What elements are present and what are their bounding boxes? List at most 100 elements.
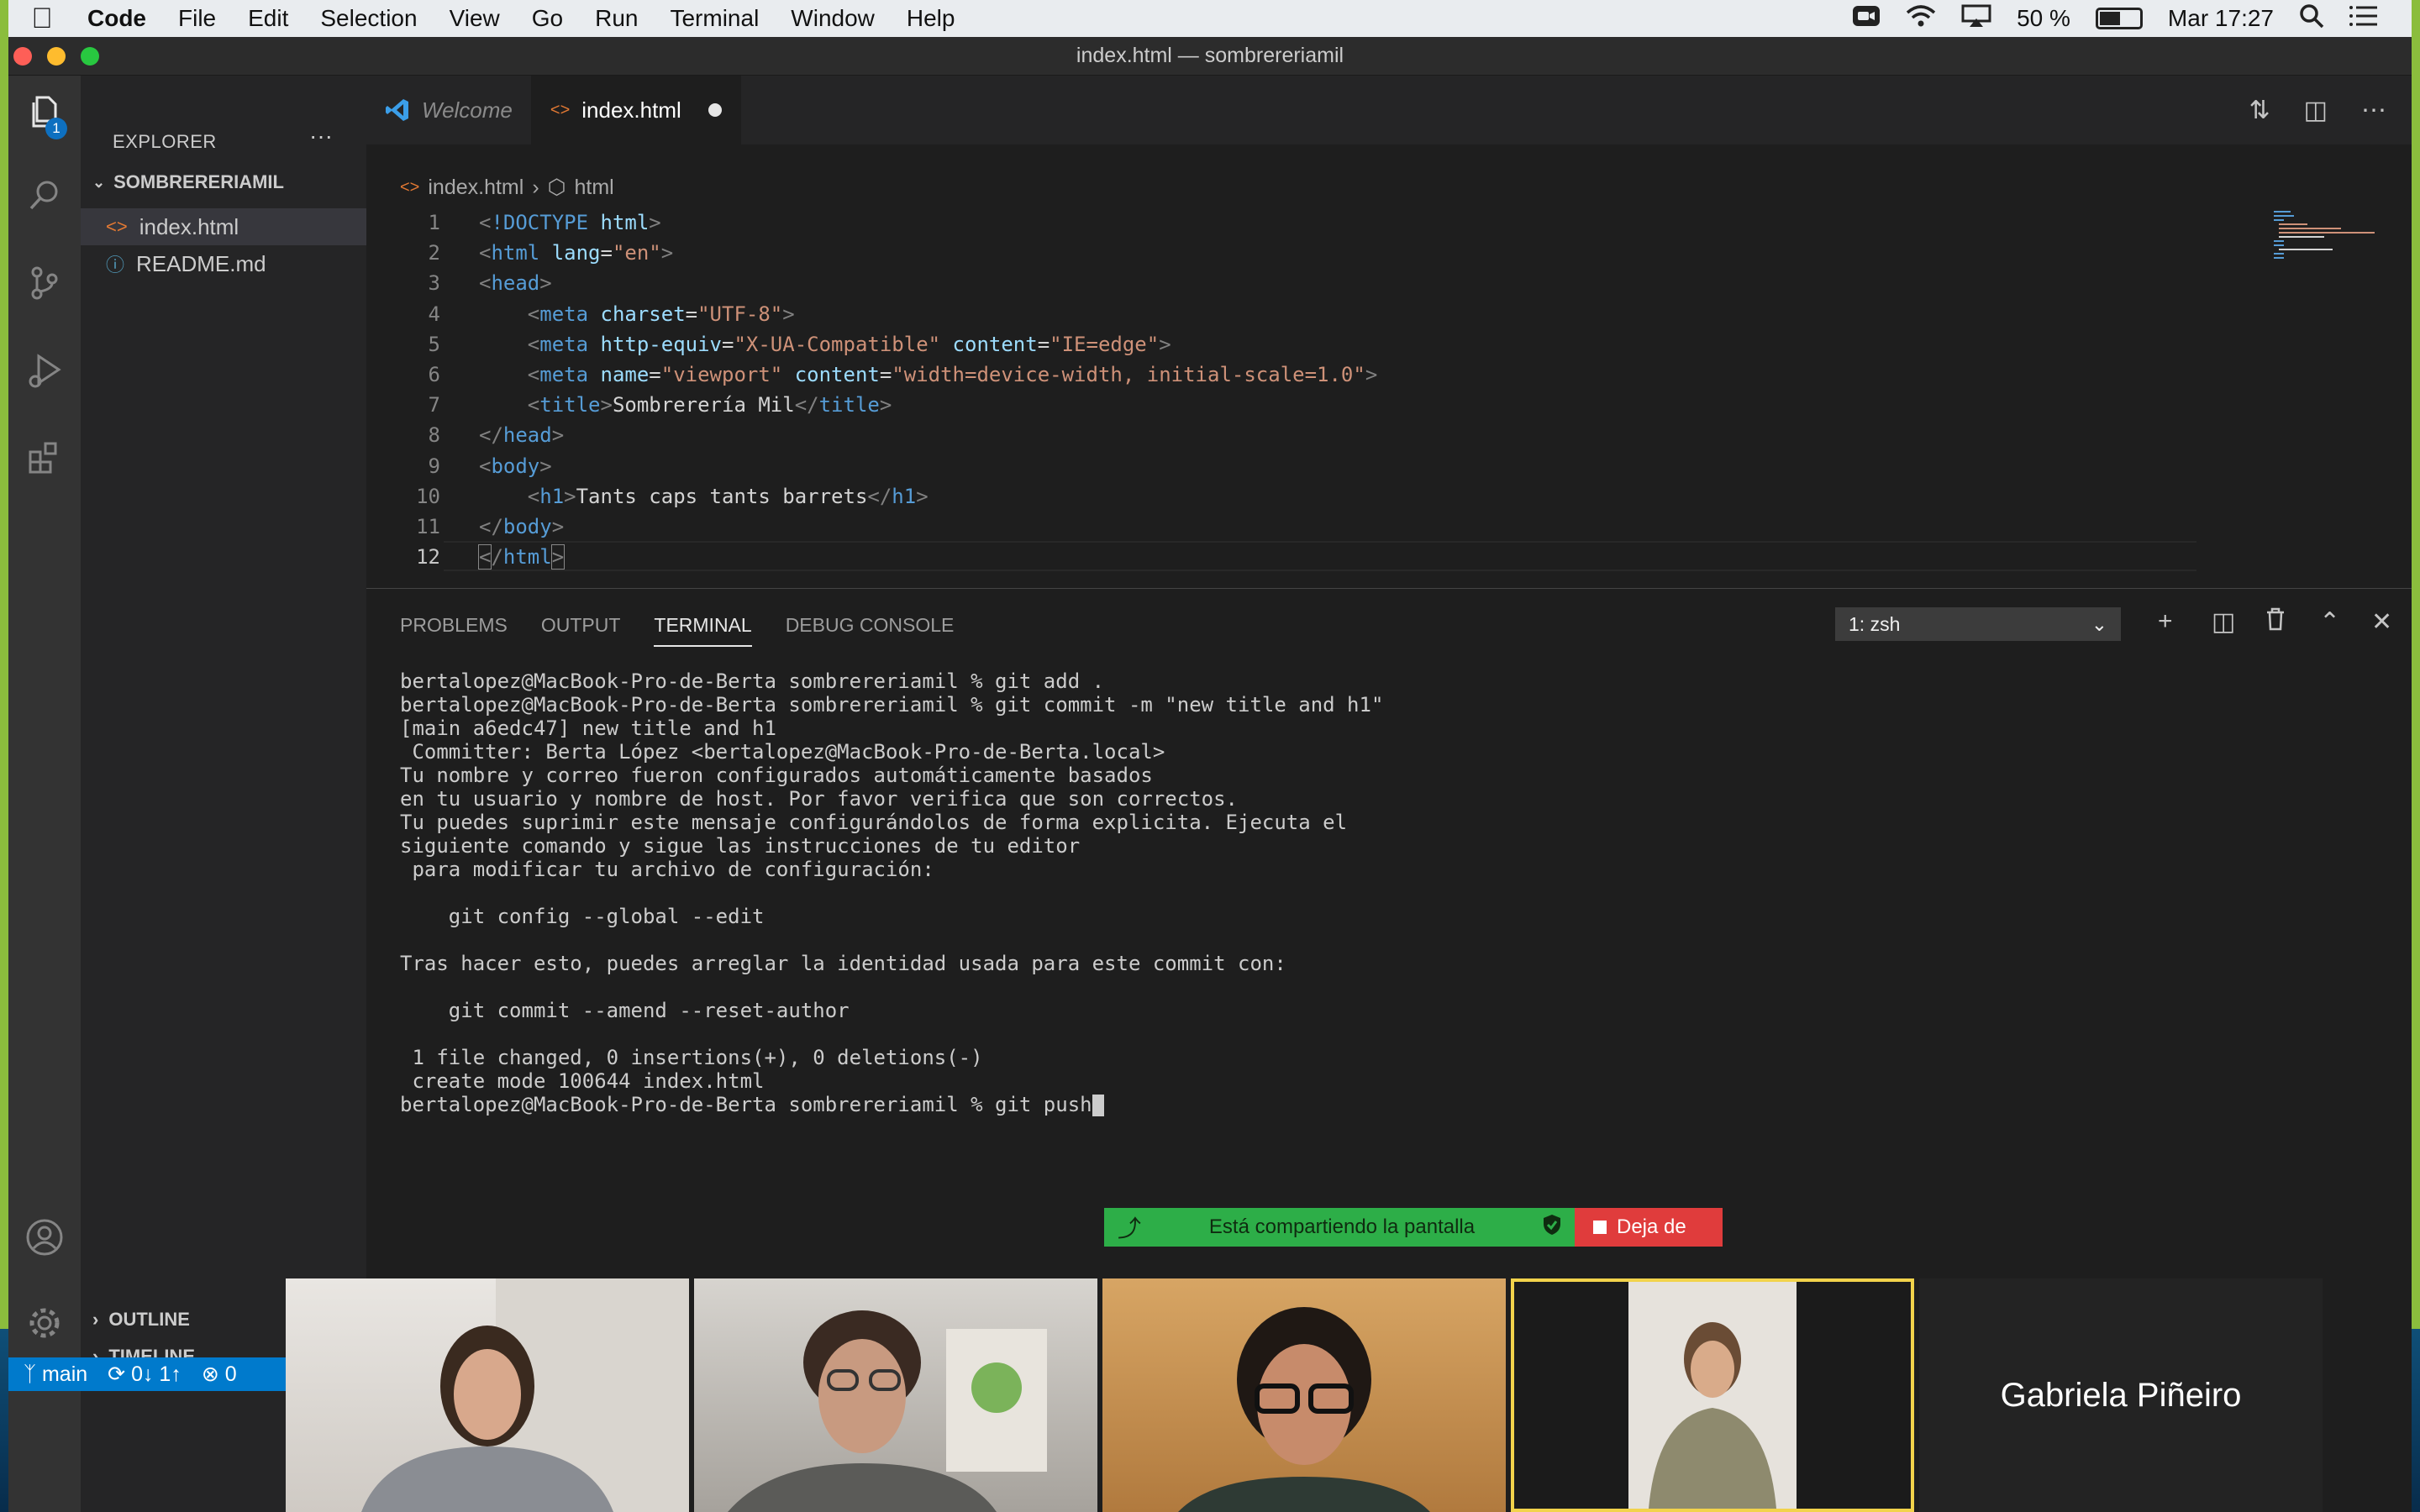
battery-icon[interactable]	[2095, 8, 2143, 29]
editor-area: Welcome <> index.html ⇅ ◫ ⋯ <> index.htm…	[366, 76, 2412, 588]
tab-index-html[interactable]: <> index.html	[531, 76, 741, 144]
source-control-button[interactable]	[8, 247, 81, 319]
code-line: 10 <h1>Tants caps tants barrets</h1>	[416, 484, 929, 508]
manage-button[interactable]	[8, 1287, 81, 1359]
explorer-badge: 1	[45, 118, 67, 139]
code-editor[interactable]: 1 <!DOCTYPE html> 2 <html lang="en"> 3 <hea…	[366, 207, 1377, 572]
terminal-select[interactable]: 1: zsh ⌄	[1835, 607, 2121, 641]
html-file-icon: <>	[400, 177, 420, 197]
zoom-video-gallery: Gabriela Piñeiro	[286, 1278, 2336, 1512]
participant-video-icon	[728, 1310, 1047, 1512]
sync-status[interactable]: ⟳ 0↓ 1↑	[108, 1362, 182, 1387]
window-title: index.html — sombrereriamil	[1076, 44, 1344, 67]
apple-icon[interactable]: 	[8, 3, 76, 35]
terminal-line: Tu nombre y correo fueron configurados a…	[400, 764, 1153, 787]
split-editor-icon[interactable]: ◫	[2304, 96, 2328, 125]
code-line: 4 <meta charset="UTF-8">	[428, 302, 795, 326]
split-terminal-icon[interactable]: ◫	[2212, 607, 2235, 637]
menu-go[interactable]: Go	[532, 5, 563, 32]
chevron-right-icon: ›	[92, 1309, 99, 1330]
active-speaker-tile[interactable]	[1511, 1278, 1914, 1512]
terminal-prompt: bertalopez@MacBook-Pro-de-Berta sombrere…	[400, 1093, 1092, 1116]
code-line: 1 <!DOCTYPE html>	[428, 211, 661, 234]
menu-edit[interactable]: Edit	[248, 5, 288, 32]
terminal-output[interactable]: bertalopez@MacBook-Pro-de-Berta sombrere…	[400, 669, 1383, 1116]
explorer-button[interactable]: 1	[8, 76, 81, 148]
workspace-folder[interactable]: ⌄ SOMBRERERIAMIL	[92, 171, 284, 193]
terminal-line: Committer: Berta López <bertalopez@MacBo…	[400, 740, 1165, 764]
video-tile[interactable]	[1102, 1278, 1506, 1512]
breadcrumb-symbol[interactable]: html	[574, 176, 613, 200]
notification-center-icon[interactable]	[2349, 4, 2378, 34]
stop-share-label: Deja de	[1617, 1215, 1686, 1238]
code-line: 2 <html lang="en">	[428, 241, 674, 265]
gear-icon	[29, 1308, 60, 1338]
branch-status[interactable]: ᛉ main	[24, 1362, 87, 1387]
code-line: 6 <meta name="viewport" content="width=d…	[428, 362, 1378, 386]
tab-output[interactable]: OUTPUT	[541, 614, 621, 647]
tab-label: index.html	[581, 97, 681, 123]
menu-run[interactable]: Run	[595, 5, 638, 32]
participant-name-tile[interactable]: Gabriela Piñeiro	[1919, 1278, 2323, 1512]
terminal-prompt-line[interactable]: bertalopez@MacBook-Pro-de-Berta sombrere…	[400, 1093, 1383, 1116]
more-actions-icon[interactable]: ⋯	[2361, 96, 2386, 125]
participant-video-icon	[1178, 1307, 1430, 1512]
file-item-index-html[interactable]: <> index.html	[81, 208, 366, 245]
tab-terminal[interactable]: TERMINAL	[654, 614, 752, 647]
stop-share-button[interactable]: Deja de	[1575, 1208, 1723, 1247]
wifi-icon[interactable]	[1906, 4, 1936, 34]
menu-terminal[interactable]: Terminal	[670, 5, 759, 32]
account-icon	[26, 1219, 63, 1256]
editor-tabs: Welcome <> index.html ⇅ ◫ ⋯	[366, 76, 2412, 144]
accounts-button[interactable]	[8, 1201, 81, 1273]
zoom-window-button[interactable]	[81, 47, 99, 66]
branch-name: main	[41, 1362, 88, 1386]
extensions-button[interactable]	[8, 422, 81, 494]
menu-app-name[interactable]: Code	[87, 5, 146, 32]
minimize-window-button[interactable]	[47, 47, 66, 66]
search-button[interactable]	[8, 160, 81, 232]
run-debug-button[interactable]	[8, 334, 81, 407]
outline-label: OUTLINE	[108, 1309, 190, 1330]
menubar-clock[interactable]: Mar 17:27	[2168, 5, 2274, 32]
chevron-down-icon: ⌄	[2091, 612, 2107, 635]
code-line: 5 <meta http-equiv="X-UA-Compatible" con…	[428, 332, 1171, 356]
sync-count: 0↓ 1↑	[131, 1362, 182, 1386]
menu-window[interactable]: Window	[791, 5, 875, 32]
trash-icon[interactable]	[2265, 607, 2286, 638]
tab-welcome[interactable]: Welcome	[366, 76, 532, 144]
sharing-indicator[interactable]: ⤴ Está compartiendo la pantalla	[1104, 1208, 1575, 1247]
zoom-status-icon[interactable]	[1852, 5, 1881, 33]
tab-problems[interactable]: PROBLEMS	[400, 614, 508, 647]
menu-selection[interactable]: Selection	[320, 5, 417, 32]
maximize-panel-icon[interactable]: ⌃	[2319, 607, 2340, 637]
minimap[interactable]	[2274, 210, 2391, 260]
tab-debug-console[interactable]: DEBUG CONSOLE	[786, 614, 955, 647]
spotlight-search-icon[interactable]	[2299, 3, 2324, 34]
menu-view[interactable]: View	[450, 5, 500, 32]
new-terminal-icon[interactable]: +	[2158, 607, 2173, 636]
terminal-select-value: 1: zsh	[1849, 612, 1901, 635]
error-count: 0	[224, 1362, 237, 1386]
sync-icon: ⟳	[108, 1362, 126, 1386]
file-item-readme[interactable]: ⓘ README.md	[81, 245, 366, 282]
problems-status[interactable]: ⊗ 0	[202, 1362, 237, 1387]
open-changes-icon[interactable]: ⇅	[2249, 96, 2270, 125]
menu-help[interactable]: Help	[907, 5, 955, 32]
unsaved-dot-icon[interactable]	[708, 103, 722, 117]
terminal-line: para modificar tu archivo de configuraci…	[400, 858, 934, 881]
outline-section[interactable]: › OUTLINE	[92, 1309, 190, 1331]
close-window-button[interactable]	[13, 47, 32, 66]
drag-handle-icon[interactable]: ⤴	[1118, 1210, 1141, 1244]
source-control-icon	[31, 266, 58, 300]
close-panel-icon[interactable]: ✕	[2371, 607, 2392, 637]
video-tile[interactable]	[286, 1278, 689, 1512]
breadcrumb-file[interactable]: index.html	[428, 176, 523, 200]
video-tile[interactable]	[694, 1278, 1097, 1512]
shield-icon	[1543, 1214, 1561, 1242]
airplay-icon[interactable]	[1961, 4, 1991, 34]
explorer-more-button[interactable]: ···	[309, 123, 333, 150]
menu-file[interactable]: File	[178, 5, 216, 32]
